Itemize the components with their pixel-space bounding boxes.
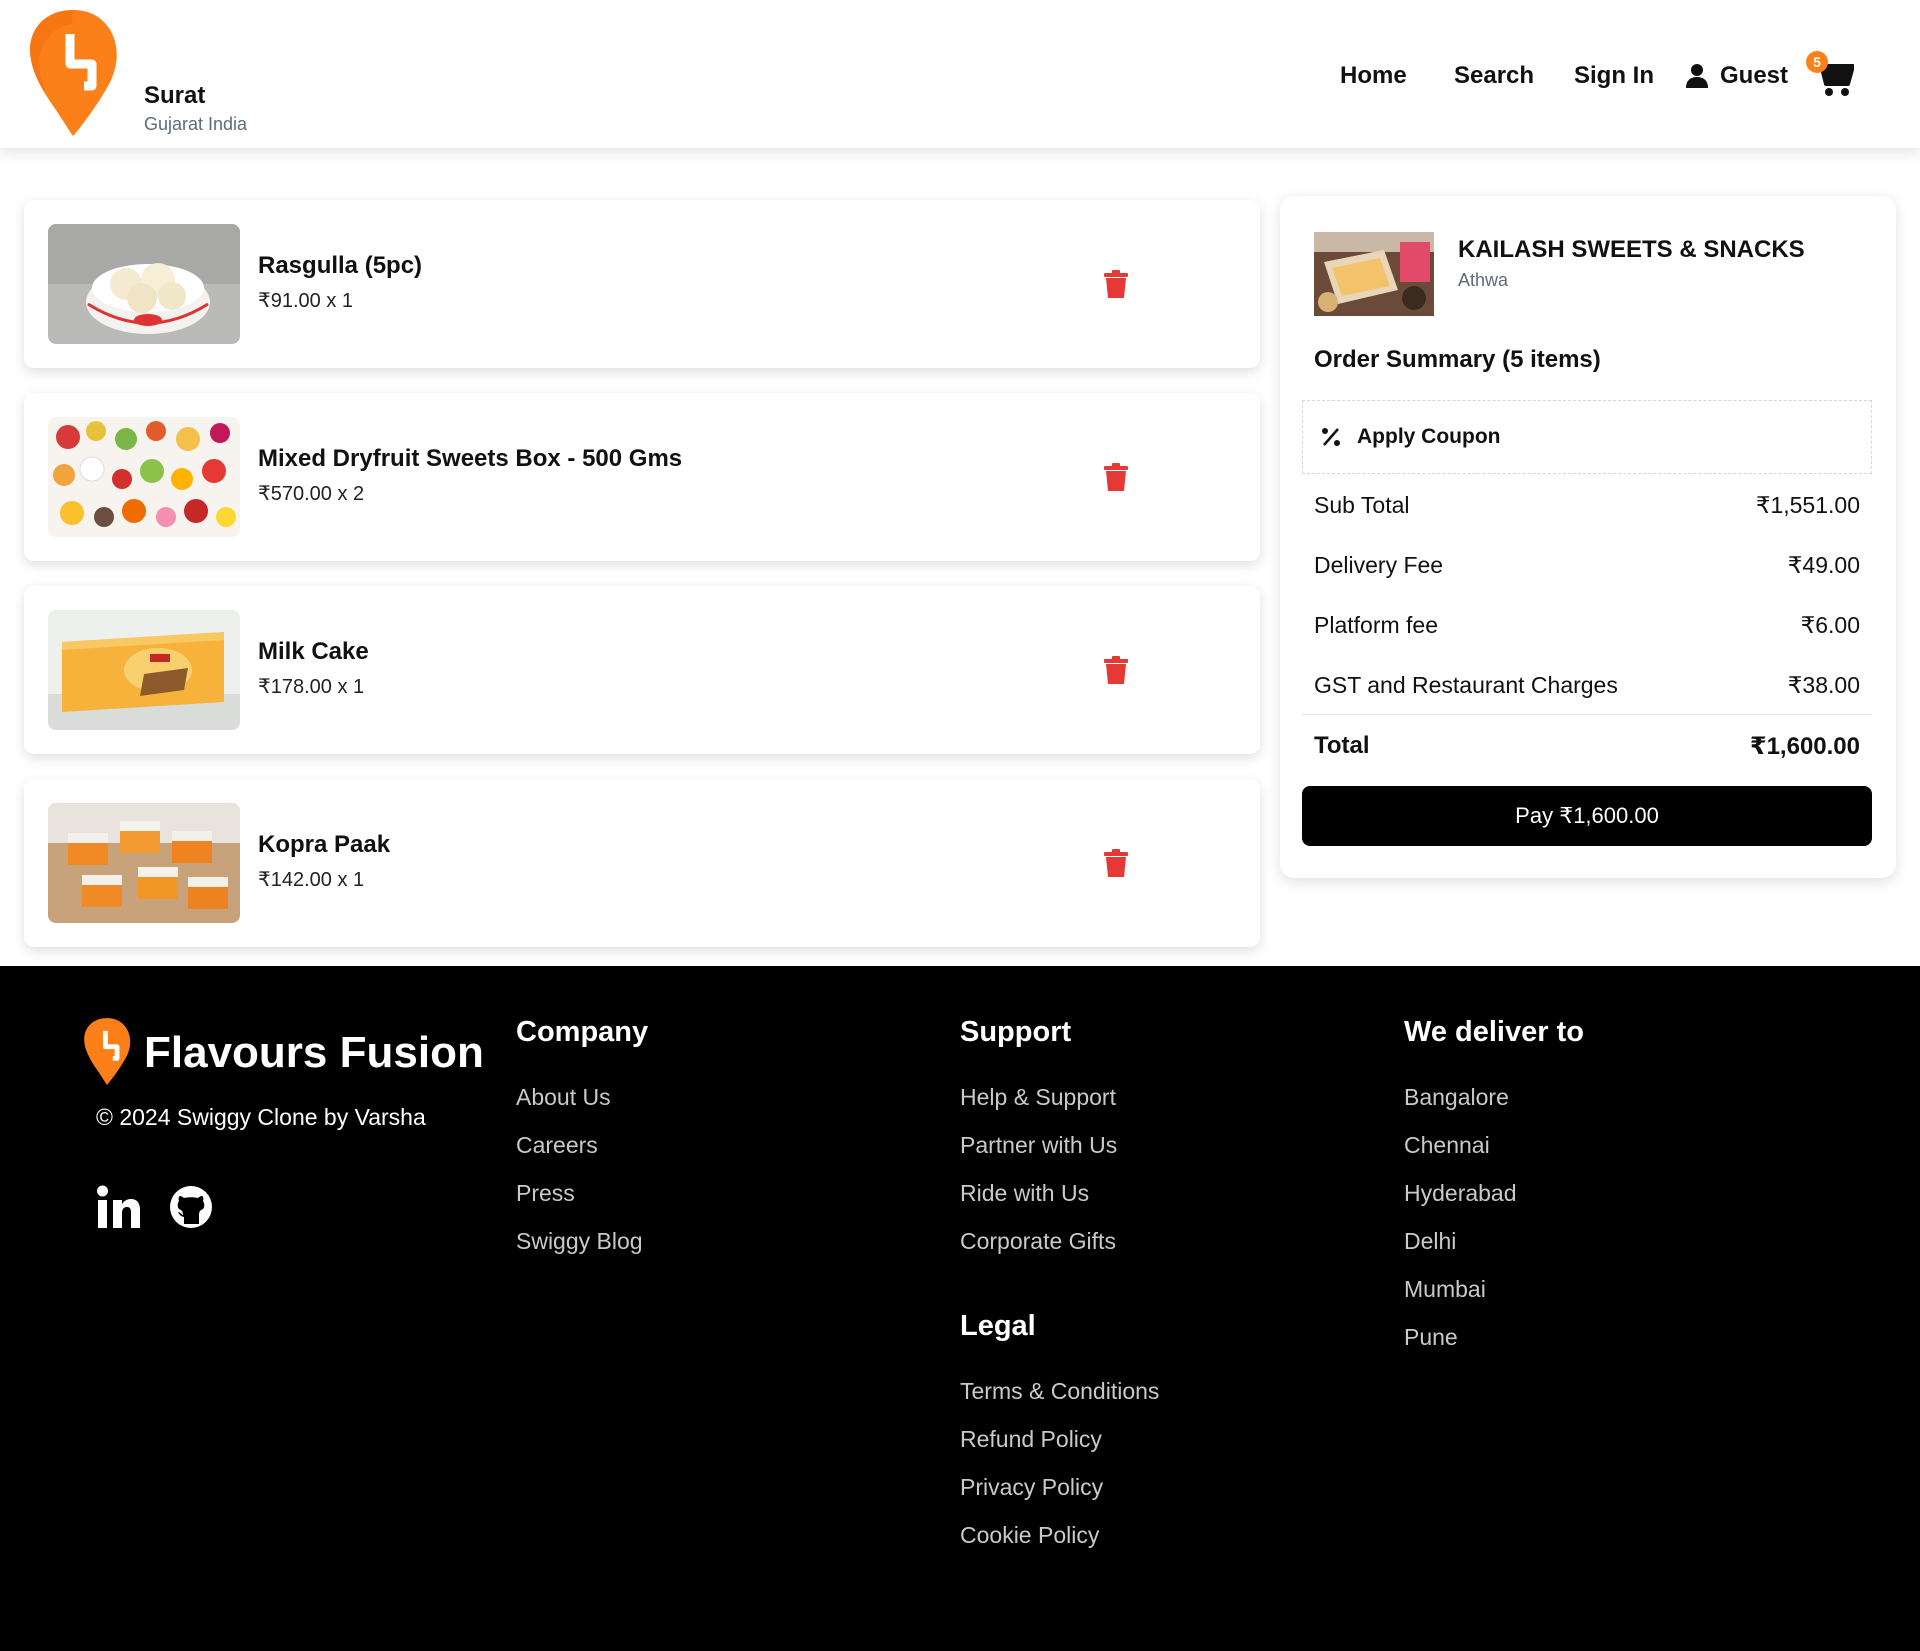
footer-city-bangalore[interactable]: Bangalore	[1404, 1084, 1509, 1111]
trash-icon[interactable]	[1104, 656, 1128, 684]
linkedin-icon[interactable]	[96, 1184, 142, 1230]
nav-home-link[interactable]: Home	[1340, 58, 1407, 94]
footer-link-privacy[interactable]: Privacy Policy	[960, 1474, 1103, 1501]
cart-item: Kopra Paak ₹142.00 x 1	[24, 779, 1260, 947]
restaurant-photo	[1314, 232, 1434, 316]
footer-brand-name: Flavours Fusion	[144, 1028, 484, 1077]
cart-count-badge: 5	[1806, 51, 1828, 73]
footer-link-blog[interactable]: Swiggy Blog	[516, 1228, 643, 1255]
footer-company-title: Company	[516, 1016, 649, 1048]
row-label: Platform fee	[1314, 612, 1438, 638]
cart-item: Milk Cake ₹178.00 x 1	[24, 586, 1260, 754]
footer-city-pune[interactable]: Pune	[1404, 1324, 1458, 1351]
brand-logo-icon[interactable]	[82, 1016, 132, 1086]
gst-row: GST and Restaurant Charges ₹38.00	[1314, 672, 1860, 699]
footer-city-hyderabad[interactable]: Hyderabad	[1404, 1180, 1517, 1207]
row-value: ₹6.00	[1800, 612, 1860, 638]
total-row: Total ₹1,600.00	[1314, 732, 1860, 761]
footer-link-refund[interactable]: Refund Policy	[960, 1426, 1102, 1453]
percent-icon	[1322, 428, 1340, 446]
footer-city-delhi[interactable]: Delhi	[1404, 1228, 1456, 1255]
row-label: Sub Total	[1314, 492, 1410, 518]
delivery-fee-row: Delivery Fee ₹49.00	[1314, 552, 1860, 579]
apply-coupon-button[interactable]: Apply Coupon	[1302, 400, 1872, 474]
restaurant-area: Athwa	[1458, 270, 1509, 290]
trash-icon[interactable]	[1104, 463, 1128, 491]
row-value: ₹1,551.00	[1755, 492, 1860, 518]
item-price: ₹178.00 x 1	[258, 676, 365, 698]
footer-city-mumbai[interactable]: Mumbai	[1404, 1276, 1486, 1303]
cart-item: Rasgulla (5pc) ₹91.00 x 1	[24, 200, 1260, 368]
row-label: Delivery Fee	[1314, 552, 1444, 578]
item-price: ₹142.00 x 1	[258, 869, 365, 891]
footer-support-title: Support	[960, 1016, 1072, 1048]
swiggy-logo-icon[interactable]	[26, 6, 120, 138]
footer-legal-title: Legal	[960, 1310, 1036, 1342]
footer-link-help[interactable]: Help & Support	[960, 1084, 1116, 1111]
cart-item: Mixed Dryfruit Sweets Box - 500 Gms ₹570…	[24, 393, 1260, 561]
nav-sign-in-link[interactable]: Sign In	[1574, 58, 1654, 94]
site-footer: Flavours Fusion © 2024 Swiggy Clone by V…	[0, 966, 1920, 1651]
nav-user-menu[interactable]: Guest	[1686, 58, 1788, 94]
user-icon	[1686, 64, 1708, 88]
row-value: ₹49.00	[1787, 552, 1860, 578]
location-city[interactable]: Surat	[144, 82, 205, 110]
item-name: Milk Cake	[258, 638, 369, 665]
item-price: ₹570.00 x 2	[258, 483, 365, 505]
item-name: Rasgulla (5pc)	[258, 252, 423, 279]
milk-cake-box-photo	[48, 610, 240, 730]
footer-link-careers[interactable]: Careers	[516, 1132, 598, 1159]
footer-link-cookie[interactable]: Cookie Policy	[960, 1522, 1099, 1549]
subtotal-row: Sub Total ₹1,551.00	[1314, 492, 1860, 519]
restaurant-name[interactable]: KAILASH SWEETS & SNACKS	[1458, 236, 1805, 264]
trash-icon[interactable]	[1104, 270, 1128, 298]
platform-fee-row: Platform fee ₹6.00	[1314, 612, 1860, 639]
pay-button[interactable]: Pay ₹1,600.00	[1302, 786, 1872, 846]
order-summary-title: Order Summary (5 items)	[1314, 346, 1601, 373]
row-label: GST and Restaurant Charges	[1314, 672, 1618, 698]
apply-coupon-label: Apply Coupon	[1357, 425, 1501, 448]
item-name: Kopra Paak	[258, 831, 391, 858]
footer-link-press[interactable]: Press	[516, 1180, 575, 1207]
trash-icon[interactable]	[1104, 849, 1128, 877]
footer-deliver-title: We deliver to	[1404, 1016, 1584, 1048]
footer-link-about[interactable]: About Us	[516, 1084, 611, 1111]
total-value: ₹1,600.00	[1749, 733, 1860, 760]
rasgulla-photo	[48, 224, 240, 344]
row-value: ₹38.00	[1787, 672, 1860, 698]
total-label: Total	[1314, 732, 1370, 759]
footer-copyright: © 2024 Swiggy Clone by Varsha	[96, 1104, 426, 1130]
footer-city-chennai[interactable]: Chennai	[1404, 1132, 1490, 1159]
site-header: Surat Gujarat India Home Search Sign In …	[0, 0, 1920, 148]
order-summary-panel: KAILASH SWEETS & SNACKS Athwa Order Summ…	[1280, 196, 1896, 878]
footer-link-partner[interactable]: Partner with Us	[960, 1132, 1117, 1159]
mixed-sweets-photo	[48, 417, 240, 537]
footer-link-terms[interactable]: Terms & Conditions	[960, 1378, 1159, 1405]
location-state: Gujarat India	[144, 114, 248, 134]
kopra-paak-photo	[48, 803, 240, 923]
summary-divider	[1302, 714, 1872, 715]
item-price: ₹91.00 x 1	[258, 290, 354, 312]
footer-link-ride[interactable]: Ride with Us	[960, 1180, 1089, 1207]
nav-search-link[interactable]: Search	[1454, 58, 1534, 94]
item-name: Mixed Dryfruit Sweets Box - 500 Gms	[258, 445, 683, 472]
github-icon[interactable]	[168, 1184, 214, 1230]
footer-link-gifts[interactable]: Corporate Gifts	[960, 1228, 1116, 1255]
user-name: Guest	[1720, 62, 1789, 89]
